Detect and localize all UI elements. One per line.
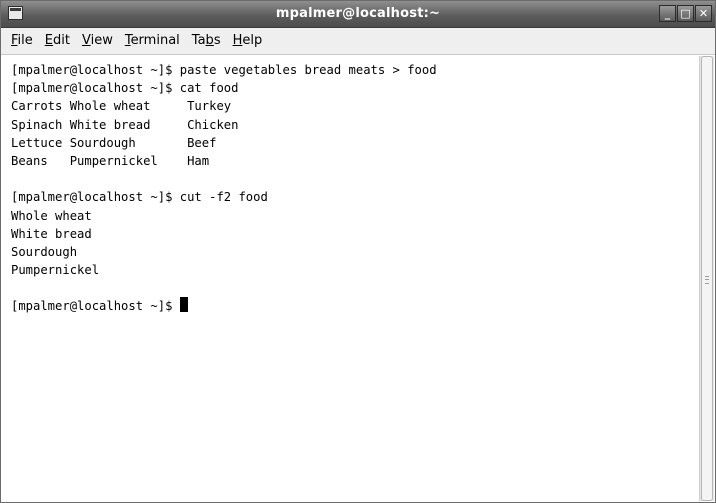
menu-bar: File Edit View Terminal Tabs Help (1, 28, 715, 55)
terminal-line: Pumpernickel (11, 263, 100, 278)
menu-mnemonic: E (44, 33, 53, 48)
shell-prompt: [mpalmer@localhost ~]$ (11, 299, 180, 314)
menu-help[interactable]: Help (227, 28, 269, 54)
menu-label-text: ile (17, 33, 33, 48)
text-cursor (179, 297, 188, 313)
menu-label-text: elp (242, 33, 263, 48)
terminal-line: [mpalmer@localhost ~]$ cat food (11, 81, 239, 96)
window-title: mpalmer@localhost:~ (275, 6, 441, 21)
terminal-line: Whole wheat (11, 208, 92, 223)
maximize-button[interactable]: □ (677, 5, 694, 22)
menu-view[interactable]: View (76, 28, 119, 54)
menu-terminal[interactable]: Terminal (119, 28, 186, 54)
terminal-line: Carrots Whole wheat Turkey (11, 99, 232, 114)
menu-label-text: erminal (130, 33, 180, 48)
menu-label-text: Ta (191, 33, 206, 48)
terminal-prompt-line: [mpalmer@localhost ~]$ (11, 297, 699, 315)
scrollbar-grip-icon (705, 275, 709, 284)
vertical-scrollbar[interactable] (699, 56, 714, 501)
menu-label-text: iew (90, 33, 113, 48)
menu-mnemonic: b (205, 33, 214, 48)
terminal-line: [mpalmer@localhost ~]$ cut -f2 food (11, 190, 268, 205)
terminal-line: Spinach White bread Chicken (11, 117, 239, 132)
menu-edit[interactable]: Edit (39, 28, 76, 54)
menu-tabs[interactable]: Tabs (186, 28, 227, 54)
terminal-output[interactable]: [mpalmer@localhost ~]$ paste vegetables … (2, 56, 699, 501)
menu-label-text: dit (53, 33, 70, 48)
scrollbar-thumb[interactable] (701, 56, 713, 501)
terminal-line: Lettuce Sourdough Beef (11, 135, 217, 150)
terminal-line: Beans Pumpernickel Ham (11, 153, 210, 168)
minimize-button[interactable]: _ (659, 5, 676, 22)
menu-file[interactable]: File (5, 28, 39, 54)
terminal-line: [mpalmer@localhost ~]$ paste vegetables … (11, 63, 437, 77)
terminal-line: White bread (11, 226, 92, 241)
title-bar[interactable]: mpalmer@localhost:~ _ □ ✕ (1, 1, 715, 28)
terminal-line: Sourdough (11, 244, 78, 259)
window-controls: _ □ ✕ (659, 5, 712, 22)
menu-mnemonic: V (81, 33, 91, 48)
terminal-window: mpalmer@localhost:~ _ □ ✕ File Edit View Te… (0, 0, 716, 503)
close-button[interactable]: ✕ (695, 5, 712, 22)
menu-label-text: s (213, 33, 221, 48)
menu-mnemonic: H (232, 33, 243, 48)
